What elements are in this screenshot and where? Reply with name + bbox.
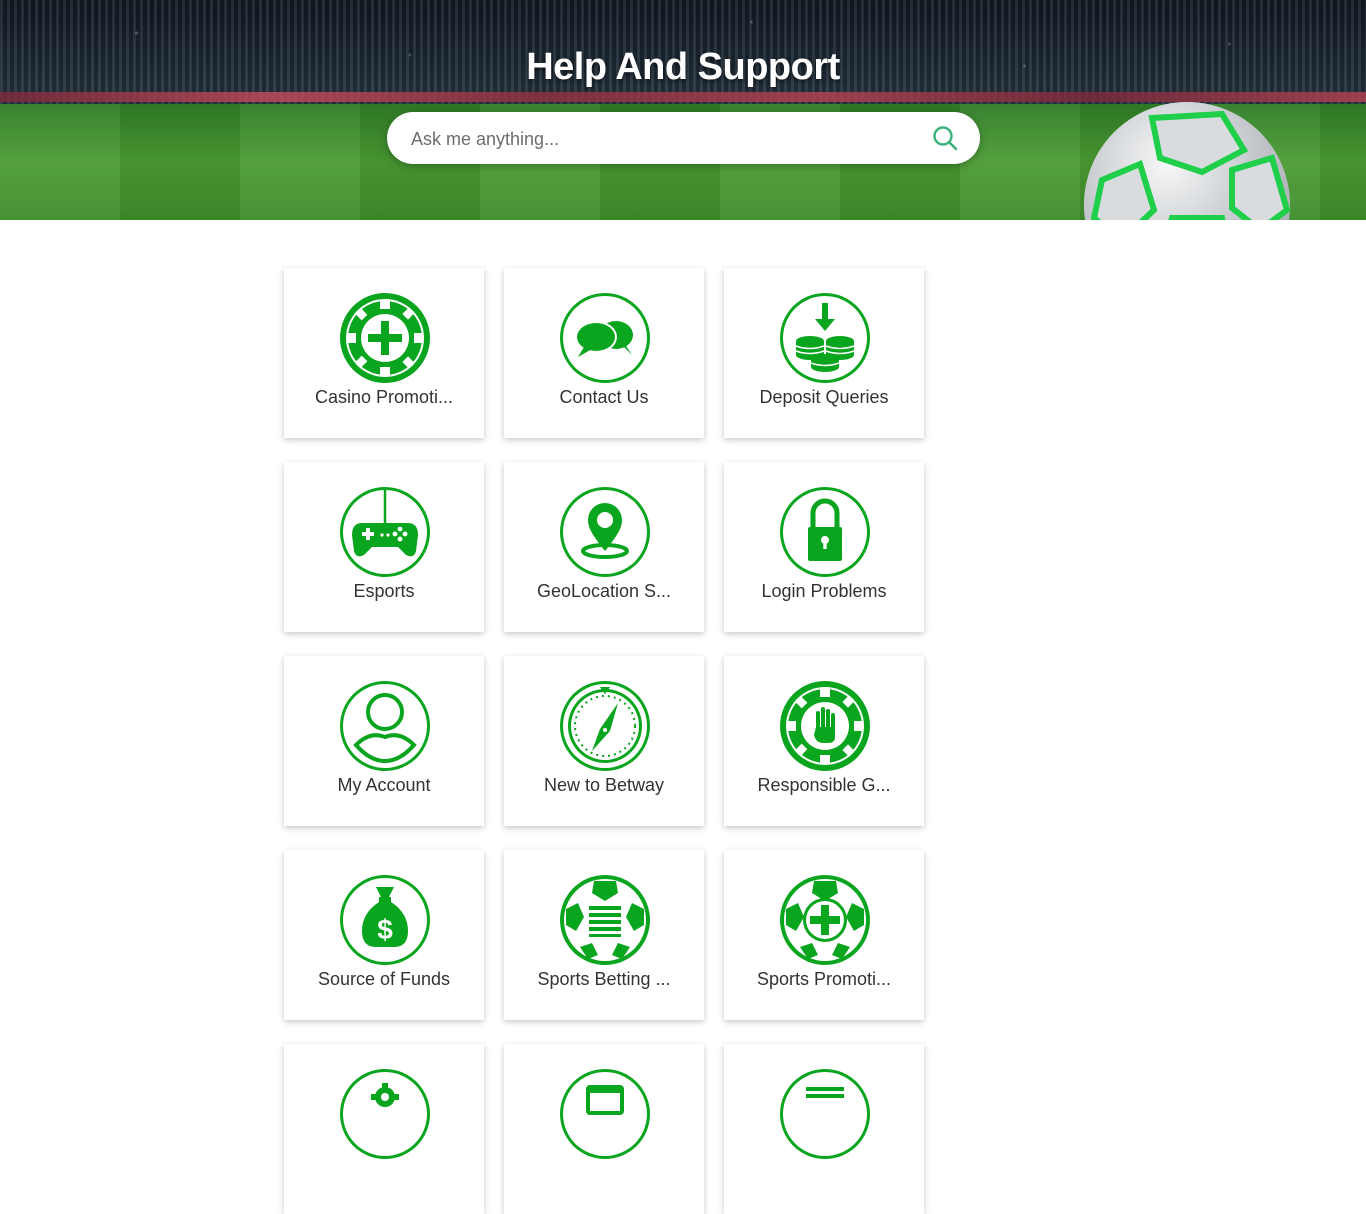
category-card-new-to-betway[interactable]: New to Betway	[504, 656, 704, 826]
category-label: My Account	[337, 775, 431, 795]
search-input[interactable]	[409, 112, 913, 166]
category-card-list[interactable]	[724, 1044, 924, 1214]
coins-deposit-icon	[780, 293, 870, 383]
category-label: Sports Betting ...	[537, 969, 671, 989]
page-title: Help And Support	[526, 46, 840, 88]
category-label: Esports	[353, 581, 415, 601]
category-card-website[interactable]	[504, 1044, 704, 1214]
category-label: Deposit Queries	[759, 387, 889, 407]
category-label: New to Betway	[543, 775, 665, 795]
user-icon	[340, 681, 430, 771]
category-label: Casino Promoti...	[314, 387, 454, 407]
category-label: Login Problems	[761, 581, 887, 601]
hero-banner: Help And Support	[0, 0, 1366, 220]
chip-hand-icon	[780, 681, 870, 771]
location-pin-icon	[560, 487, 650, 577]
browser-window-icon	[560, 1069, 650, 1159]
compass-icon	[560, 681, 650, 771]
category-card-responsible-gambling[interactable]: Responsible G...	[724, 656, 924, 826]
chat-bubbles-icon	[560, 293, 650, 383]
svg-text:$: $	[377, 914, 393, 945]
category-card-login-problems[interactable]: Login Problems	[724, 462, 924, 632]
help-category-grid: Casino Promoti... Contact Us Deposit Que…	[284, 268, 924, 1214]
list-icon	[780, 1069, 870, 1159]
search-icon[interactable]	[932, 125, 958, 151]
category-label: Source of Funds	[317, 969, 451, 989]
football-image	[1084, 102, 1291, 220]
category-card-sports-promotions[interactable]: Sports Promoti...	[724, 850, 924, 1020]
category-label: Contact Us	[559, 387, 649, 407]
category-card-source-of-funds[interactable]: $ Source of Funds	[284, 850, 484, 1020]
category-card-sports-betting[interactable]: Sports Betting ...	[504, 850, 704, 1020]
ball-plus-icon	[780, 875, 870, 965]
category-label: GeoLocation S...	[536, 581, 672, 601]
category-card-my-account[interactable]: My Account	[284, 656, 484, 826]
category-card-settings[interactable]	[284, 1044, 484, 1214]
category-card-casino-promotions[interactable]: Casino Promoti...	[284, 268, 484, 438]
search-bar[interactable]	[387, 112, 980, 166]
gear-icon	[340, 1069, 430, 1159]
category-label: Responsible G...	[757, 775, 891, 795]
casino-chip-plus-icon	[340, 293, 430, 383]
category-card-geolocation[interactable]: GeoLocation S...	[504, 462, 704, 632]
category-card-esports[interactable]: Esports	[284, 462, 484, 632]
gamepad-icon	[340, 487, 430, 577]
category-card-contact-us[interactable]: Contact Us	[504, 268, 704, 438]
category-label: Sports Promoti...	[756, 969, 892, 989]
money-bag-icon: $	[340, 875, 430, 965]
ball-document-icon	[560, 875, 650, 965]
padlock-icon	[780, 487, 870, 577]
category-card-deposit-queries[interactable]: Deposit Queries	[724, 268, 924, 438]
